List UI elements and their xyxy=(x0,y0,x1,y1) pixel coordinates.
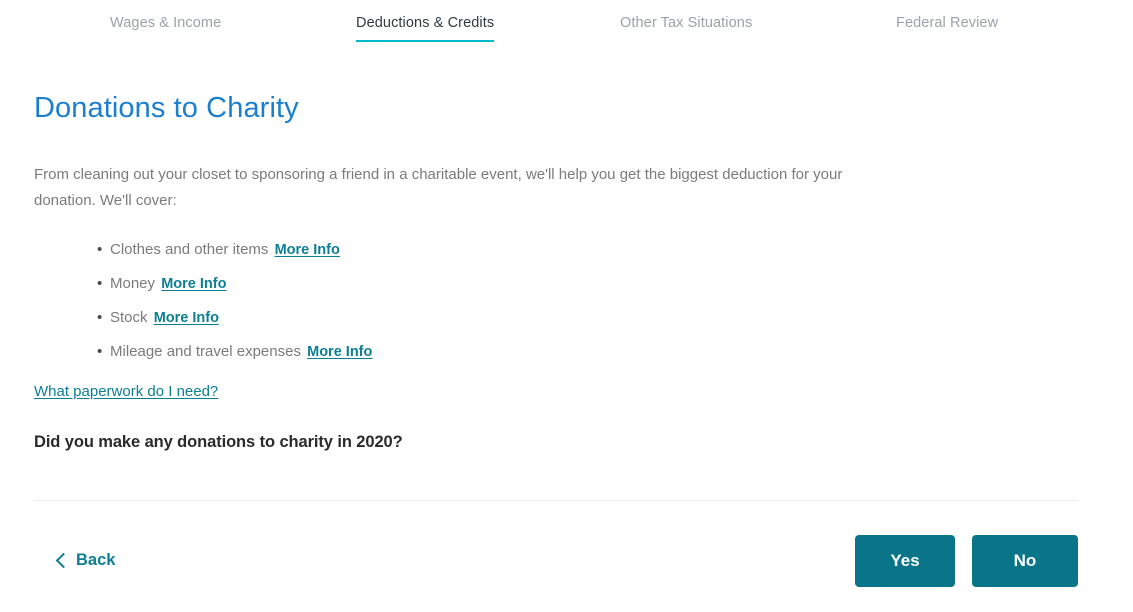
footer-divider xyxy=(34,500,1078,501)
back-button[interactable]: Back xyxy=(55,551,116,570)
page-title: Donations to Charity xyxy=(34,92,299,124)
donation-question: Did you make any donations to charity in… xyxy=(34,433,403,451)
more-info-link-mileage[interactable]: More Info xyxy=(307,344,372,360)
paperwork-help-link[interactable]: What paperwork do I need? xyxy=(34,383,218,400)
tab-wages-income[interactable]: Wages & Income xyxy=(110,15,221,40)
tab-deductions-credits[interactable]: Deductions & Credits xyxy=(356,15,495,42)
list-item: Stock More Info xyxy=(74,301,372,335)
tab-other-tax-situations[interactable]: Other Tax Situations xyxy=(620,15,752,40)
list-item: Money More Info xyxy=(74,267,372,301)
list-item-label: Stock xyxy=(110,309,148,326)
list-item-label: Money xyxy=(110,275,156,292)
more-info-link-money[interactable]: More Info xyxy=(161,276,226,292)
list-item: Clothes and other items More Info xyxy=(74,233,372,267)
more-info-link-stock[interactable]: More Info xyxy=(154,310,219,326)
more-info-link-clothes[interactable]: More Info xyxy=(275,242,340,258)
coverage-list: Clothes and other items More Info Money … xyxy=(74,233,372,369)
chevron-left-icon xyxy=(55,552,72,568)
primary-nav-tabs: Wages & Income Deductions & Credits Othe… xyxy=(0,0,1133,48)
list-item-label: Mileage and travel expenses xyxy=(110,343,301,360)
no-button[interactable]: No xyxy=(972,535,1078,587)
list-item: Mileage and travel expenses More Info xyxy=(74,335,372,369)
list-item-label: Clothes and other items xyxy=(110,241,269,258)
intro-paragraph: From cleaning out your closet to sponsor… xyxy=(34,166,843,209)
back-button-label: Back xyxy=(76,551,116,569)
yes-button[interactable]: Yes xyxy=(855,535,955,587)
tab-federal-review[interactable]: Federal Review xyxy=(896,15,998,40)
